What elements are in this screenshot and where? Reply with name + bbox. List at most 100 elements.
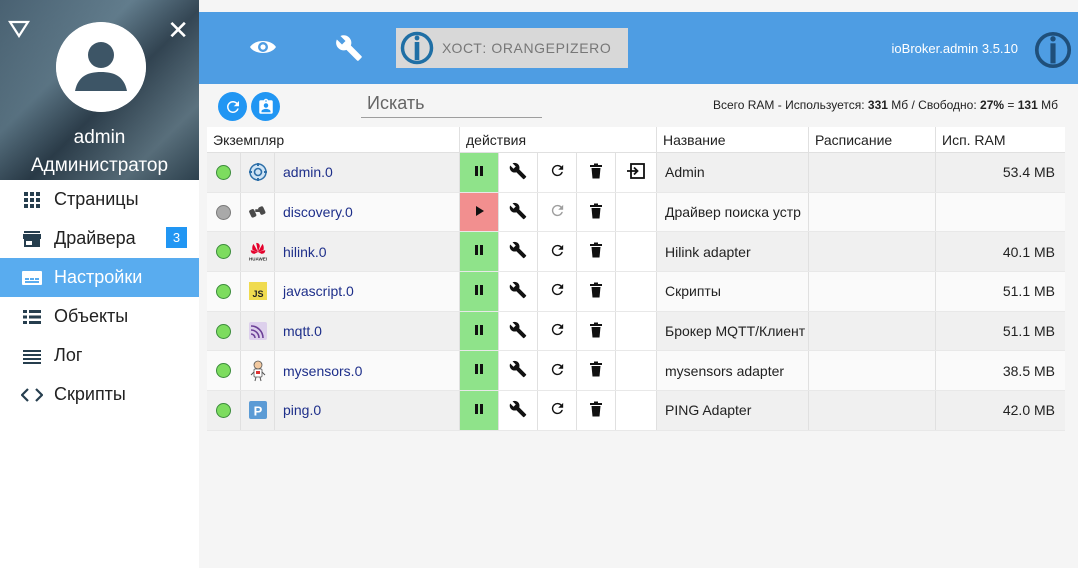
start-stop-button[interactable]	[460, 351, 499, 391]
mqtt-icon	[248, 321, 268, 341]
menu-triangle-icon[interactable]	[8, 20, 30, 38]
status-cell	[207, 311, 241, 351]
reload-icon	[549, 202, 566, 222]
header-schedule[interactable]: Расписание	[809, 127, 936, 152]
instance-schedule[interactable]	[809, 153, 936, 192]
restart-button[interactable]	[538, 232, 577, 272]
empty-action-cell	[616, 272, 657, 311]
instance-title: Драйвер поиска устр	[657, 192, 809, 232]
config-button[interactable]	[499, 192, 538, 232]
restart-button[interactable]	[538, 311, 577, 351]
sidebar-item-pages[interactable]: Страницы	[0, 180, 199, 219]
log-lines-icon	[20, 346, 44, 366]
status-indicator-icon	[216, 323, 231, 339]
table-row: HUAWEI hilink.0 Hilink adapter 40.1 MB	[207, 232, 1065, 273]
trash-icon	[589, 361, 603, 380]
code-icon	[20, 385, 44, 405]
trash-icon	[589, 163, 603, 182]
svg-text:P: P	[253, 404, 262, 419]
sidebar-item-scripts[interactable]: Скрипты	[0, 375, 199, 414]
delete-button[interactable]	[577, 192, 616, 232]
restart-button[interactable]	[538, 391, 577, 430]
start-stop-button[interactable]	[460, 311, 499, 351]
open-link-button[interactable]	[616, 153, 657, 192]
header-instance[interactable]: Экземпляр	[207, 127, 460, 152]
instance-name[interactable]: admin.0	[275, 153, 460, 192]
mysensors-icon	[248, 360, 268, 381]
start-stop-button[interactable]	[460, 272, 499, 311]
start-stop-button[interactable]	[460, 391, 499, 430]
wrench-icon[interactable]	[335, 34, 363, 62]
pause-icon	[472, 402, 486, 419]
empty-action-cell	[616, 311, 657, 351]
start-stop-button[interactable]	[460, 192, 499, 232]
config-button[interactable]	[499, 311, 538, 351]
sidebar-item-log[interactable]: Лог	[0, 336, 199, 375]
ram-free-percent: 27%	[980, 98, 1005, 112]
pause-icon	[472, 323, 486, 340]
delete-button[interactable]	[577, 391, 616, 430]
version-label: ioBroker.admin 3.5.10	[891, 41, 1018, 56]
adapter-icon-cell: HUAWEI	[241, 232, 275, 272]
instance-name[interactable]: ping.0	[275, 391, 460, 430]
instance-name[interactable]: javascript.0	[275, 272, 460, 311]
config-button[interactable]	[499, 272, 538, 311]
instance-schedule[interactable]	[809, 232, 936, 272]
table-row: discovery.0 Драйвер поиска устр	[207, 192, 1065, 233]
wrench-icon	[509, 321, 527, 342]
close-icon[interactable]: ✕	[167, 17, 189, 43]
host-label: ХОСТ: ORANGEPIZERO	[442, 40, 612, 56]
instance-name[interactable]: hilink.0	[275, 232, 460, 272]
adapter-icon-cell	[241, 192, 275, 232]
instance-schedule[interactable]	[809, 351, 936, 391]
delete-button[interactable]	[577, 351, 616, 391]
instances-table: Экземпляр действия Название Расписание И…	[207, 127, 1065, 431]
expert-mode-button[interactable]	[251, 92, 280, 121]
config-button[interactable]	[499, 153, 538, 192]
refresh-button[interactable]	[218, 92, 247, 121]
delete-button[interactable]	[577, 232, 616, 272]
adapter-count-badge: 3	[166, 227, 187, 248]
start-stop-button[interactable]	[460, 232, 499, 272]
restart-button[interactable]	[538, 272, 577, 311]
table-body: admin.0 Admin 53.4 MB discovery.0 Драйвер по…	[207, 153, 1065, 431]
host-selector[interactable]: ХОСТ: ORANGEPIZERO	[396, 28, 628, 68]
adapter-icon-cell: P	[241, 391, 275, 430]
delete-button[interactable]	[577, 272, 616, 311]
delete-button[interactable]	[577, 311, 616, 351]
iobroker-logo-icon	[400, 31, 434, 65]
instance-name[interactable]: mysensors.0	[275, 351, 460, 391]
restart-button[interactable]	[538, 192, 577, 232]
instance-schedule[interactable]	[809, 391, 936, 430]
instance-name[interactable]: mqtt.0	[275, 311, 460, 351]
empty-action-cell	[616, 192, 657, 232]
config-button[interactable]	[499, 351, 538, 391]
wrench-icon	[509, 360, 527, 381]
start-stop-button[interactable]	[460, 153, 499, 192]
instance-ram: 40.1 MB	[1002, 243, 1055, 260]
header-ram[interactable]: Исп. RAM	[936, 127, 1065, 152]
instance-schedule[interactable]	[809, 272, 936, 311]
instance-name[interactable]: discovery.0	[275, 192, 460, 232]
list-icon	[20, 307, 44, 327]
huawei-logo-icon: HUAWEI	[248, 242, 268, 262]
sidebar-item-label: Настройки	[54, 267, 143, 287]
header-title[interactable]: Название	[657, 127, 809, 152]
restart-button[interactable]	[538, 351, 577, 391]
instance-schedule[interactable]	[809, 192, 936, 232]
instance-schedule[interactable]	[809, 311, 936, 351]
config-button[interactable]	[499, 391, 538, 430]
table-row: Pping.0 PING Adapter 42.0 MB	[207, 391, 1065, 431]
sidebar-item-instances[interactable]: Настройки	[0, 258, 199, 297]
reload-icon	[549, 281, 566, 301]
search-input[interactable]	[361, 90, 542, 118]
clipboard-user-icon	[258, 98, 273, 114]
sidebar-item-objects[interactable]: Объекты	[0, 297, 199, 336]
config-button[interactable]	[499, 232, 538, 272]
eye-icon[interactable]	[249, 38, 277, 56]
sidebar-item-adapters[interactable]: Драйвера 3	[0, 219, 199, 258]
sidebar-item-label: Страницы	[54, 189, 139, 209]
adapter-icon-cell	[241, 153, 275, 192]
delete-button[interactable]	[577, 153, 616, 192]
restart-button[interactable]	[538, 153, 577, 192]
